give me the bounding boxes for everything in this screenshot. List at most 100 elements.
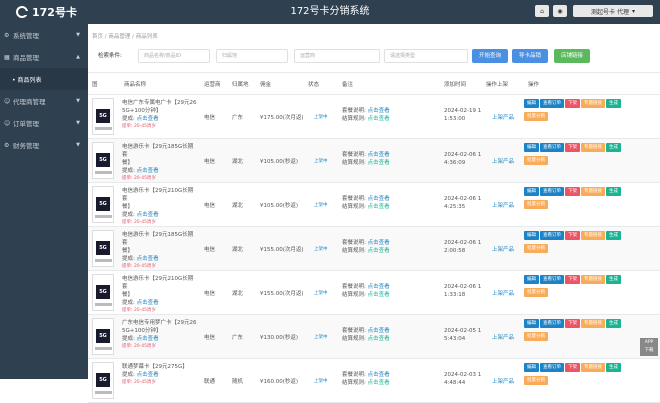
sidebar-item-label: 订单管理 bbox=[13, 120, 39, 128]
view-orders-button[interactable]: 查看订单 bbox=[540, 143, 564, 152]
batch-distribute-button[interactable]: 批量分销 bbox=[524, 200, 548, 209]
topic-link-button[interactable]: 专题链接 bbox=[581, 231, 605, 240]
generate-button[interactable]: 生成 bbox=[606, 363, 621, 372]
sidebar-item-orders[interactable]: ☺ 订单管理 ▼ bbox=[0, 112, 88, 134]
unshelf-button[interactable]: 下架 bbox=[565, 231, 580, 240]
sidebar-item-products[interactable]: ▦ 商品管理 ▲ bbox=[0, 46, 88, 68]
batch-distribute-button[interactable]: 批量分销 bbox=[524, 288, 548, 297]
operator-select[interactable]: 运营商 bbox=[294, 49, 380, 63]
app-download-button[interactable]: APP 下载 bbox=[640, 338, 658, 356]
product-name: 电信游乐卡【29元185G长期套 餐】 bbox=[122, 144, 194, 166]
time-cell: 2024-02-06 1 2:00:58 bbox=[444, 240, 482, 254]
search-city-input[interactable]: 归属地 bbox=[216, 49, 288, 63]
product-image: 5G bbox=[92, 142, 114, 179]
unshelf-button[interactable]: 下架 bbox=[565, 99, 580, 108]
view-link[interactable]: 点击查看 bbox=[368, 328, 390, 334]
shelf-link[interactable]: 上架产品 bbox=[492, 377, 514, 385]
topic-link-button[interactable]: 专题链接 bbox=[581, 187, 605, 196]
batch-distribute-button[interactable]: 批量分销 bbox=[524, 376, 548, 385]
status-badge[interactable]: 上架中 bbox=[314, 114, 328, 120]
note-cell: 套餐说明: 点击查看 结算规则: 点击查看 bbox=[342, 372, 390, 386]
sidebar-item-agents[interactable]: ☺ 代理商管理 ▼ bbox=[0, 90, 88, 112]
home-icon[interactable]: ⌂ bbox=[535, 5, 549, 17]
upload-button[interactable]: 导卡品销 bbox=[512, 49, 548, 63]
view-link[interactable]: 点击查看 bbox=[368, 292, 390, 298]
view-link[interactable]: 点击查看 bbox=[368, 240, 390, 246]
unshelf-button[interactable]: 下架 bbox=[565, 275, 580, 284]
batch-distribute-button[interactable]: 批量分销 bbox=[524, 244, 548, 253]
view-link[interactable]: 点击查看 bbox=[368, 152, 390, 158]
status-badge[interactable]: 上架中 bbox=[314, 202, 328, 208]
view-link[interactable]: 点击查看 bbox=[368, 204, 390, 210]
status-badge[interactable]: 上架中 bbox=[314, 158, 328, 164]
unshelf-button[interactable]: 下架 bbox=[565, 143, 580, 152]
col-header: 图 bbox=[92, 82, 98, 88]
commission-cell: ¥175.00(次月返) bbox=[260, 115, 304, 121]
edit-button[interactable]: 编辑 bbox=[524, 275, 539, 284]
generate-button[interactable]: 生成 bbox=[606, 143, 621, 152]
edit-button[interactable]: 编辑 bbox=[524, 143, 539, 152]
eye-icon[interactable]: ◉ bbox=[553, 5, 567, 17]
shelf-link[interactable]: 上架产品 bbox=[492, 245, 514, 253]
topic-link-button[interactable]: 专题链接 bbox=[581, 319, 605, 328]
view-link[interactable]: 点击查看 bbox=[368, 196, 390, 202]
user-menu-button[interactable]: 测起号卡 代理 ▾ bbox=[573, 5, 653, 17]
generate-button[interactable]: 生成 bbox=[606, 187, 621, 196]
shelf-link[interactable]: 上架产品 bbox=[492, 113, 514, 121]
type-select[interactable]: 请选择类型 bbox=[384, 49, 468, 63]
view-orders-button[interactable]: 查看订单 bbox=[540, 231, 564, 240]
view-link[interactable]: 点击查看 bbox=[368, 116, 390, 122]
unshelf-button[interactable]: 下架 bbox=[565, 319, 580, 328]
product-image: 5G bbox=[92, 230, 114, 267]
edit-button[interactable]: 编辑 bbox=[524, 99, 539, 108]
topic-link-button[interactable]: 专题链接 bbox=[581, 143, 605, 152]
unshelf-button[interactable]: 下架 bbox=[565, 363, 580, 372]
shelf-link[interactable]: 上架产品 bbox=[492, 201, 514, 209]
search-name-input[interactable]: 商品名称/商品ID bbox=[138, 49, 210, 63]
edit-button[interactable]: 编辑 bbox=[524, 363, 539, 372]
view-link[interactable]: 点击查看 bbox=[368, 284, 390, 290]
edit-button[interactable]: 编辑 bbox=[524, 187, 539, 196]
generate-button[interactable]: 生成 bbox=[606, 99, 621, 108]
time-cell: 2024-02-06 1 4:25:35 bbox=[444, 196, 482, 210]
batch-distribute-button[interactable]: 批量分销 bbox=[524, 112, 548, 121]
area-cell: 广东 bbox=[232, 335, 244, 341]
batch-distribute-button[interactable]: 批量分销 bbox=[524, 332, 548, 341]
status-badge[interactable]: 上架中 bbox=[314, 290, 328, 296]
view-link[interactable]: 点击查看 bbox=[368, 336, 390, 342]
view-orders-button[interactable]: 查看订单 bbox=[540, 319, 564, 328]
edit-button[interactable]: 编辑 bbox=[524, 231, 539, 240]
status-badge[interactable]: 上架中 bbox=[314, 334, 328, 340]
view-link[interactable]: 点击查看 bbox=[368, 160, 390, 166]
topic-link-button[interactable]: 专题链接 bbox=[581, 99, 605, 108]
shop-link-button[interactable]: 店铺链接 bbox=[554, 49, 590, 63]
batch-distribute-button[interactable]: 批量分销 bbox=[524, 156, 548, 165]
operator-cell: 联通 bbox=[204, 379, 216, 385]
generate-button[interactable]: 生成 bbox=[606, 319, 621, 328]
view-link[interactable]: 点击查看 bbox=[368, 248, 390, 254]
sidebar-item-finance[interactable]: ⚙ 财务管理 ▼ bbox=[0, 134, 88, 156]
view-link[interactable]: 点击查看 bbox=[368, 380, 390, 386]
topic-link-button[interactable]: 专题链接 bbox=[581, 275, 605, 284]
search-button[interactable]: 开始查询 bbox=[472, 49, 508, 63]
shelf-link[interactable]: 上架产品 bbox=[492, 289, 514, 297]
shelf-link[interactable]: 上架产品 bbox=[492, 333, 514, 341]
view-link[interactable]: 点击查看 bbox=[368, 108, 390, 114]
shelf-link[interactable]: 上架产品 bbox=[492, 157, 514, 165]
edit-button[interactable]: 编辑 bbox=[524, 319, 539, 328]
view-orders-button[interactable]: 查看订单 bbox=[540, 187, 564, 196]
topic-link-button[interactable]: 专题链接 bbox=[581, 363, 605, 372]
generate-button[interactable]: 生成 bbox=[606, 231, 621, 240]
sidebar-item-system[interactable]: ⚙ 系统管理 ▼ bbox=[0, 24, 88, 46]
status-badge[interactable]: 上架中 bbox=[314, 246, 328, 252]
unshelf-button[interactable]: 下架 bbox=[565, 187, 580, 196]
row-actions: 编辑 查看订单 下架 专题链接 生成批量分销 bbox=[524, 231, 660, 267]
commission-cell: ¥105.00(秒返) bbox=[260, 203, 299, 209]
view-orders-button[interactable]: 查看订单 bbox=[540, 99, 564, 108]
generate-button[interactable]: 生成 bbox=[606, 275, 621, 284]
view-orders-button[interactable]: 查看订单 bbox=[540, 363, 564, 372]
cart-icon: ▦ bbox=[4, 53, 10, 61]
view-orders-button[interactable]: 查看订单 bbox=[540, 275, 564, 284]
view-link[interactable]: 点击查看 bbox=[368, 372, 390, 378]
sidebar-subitem-product-list[interactable]: • 商品列表 bbox=[0, 68, 88, 90]
